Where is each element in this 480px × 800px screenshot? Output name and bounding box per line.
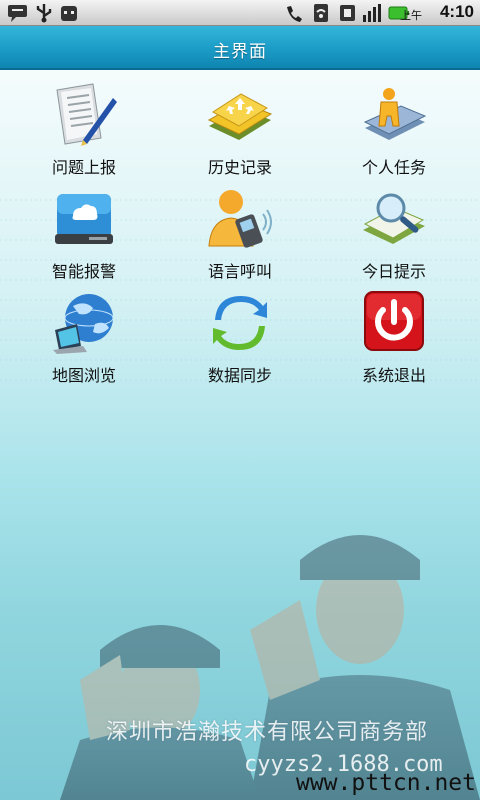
sync-icon: [213, 296, 267, 350]
menu-item-report-issue[interactable]: 问题上报: [14, 78, 154, 178]
book-arrows-icon: [207, 93, 273, 140]
watermark-url-2: www.pttcn.net: [295, 770, 476, 796]
menu-label-map-browse: 地图浏览: [51, 366, 116, 385]
sim-icon: [340, 5, 355, 21]
message-icon: [8, 5, 27, 22]
menu-label-personal-tasks: 个人任务: [361, 158, 426, 177]
menu-item-map-browse[interactable]: 地图浏览: [14, 286, 154, 386]
menu-item-exit[interactable]: 系统退出: [324, 286, 464, 386]
menu-label-history: 历史记录: [207, 158, 272, 177]
person-phone-icon: [208, 190, 272, 248]
page-title: 主界面: [213, 42, 267, 62]
menu-item-history[interactable]: 历史记录: [170, 78, 310, 178]
menu-label-exit: 系统退出: [361, 366, 426, 385]
menu-label-today-tips: 今日提示: [361, 262, 426, 281]
globe-laptop-icon: [53, 294, 114, 354]
status-bar: 上午 4:10: [0, 0, 480, 26]
status-time: 4:10: [439, 2, 474, 21]
signal-icon: [363, 4, 381, 22]
person-book-icon: [363, 88, 427, 140]
watermark-company: 深圳市浩瀚技术有限公司商务部: [106, 720, 429, 745]
status-ampm: 上午: [400, 9, 422, 22]
menu-label-data-sync: 数据同步: [207, 366, 272, 385]
menu-item-today-tips[interactable]: 今日提示: [324, 182, 464, 282]
power-icon: [364, 291, 424, 351]
wifi-icon: [314, 4, 328, 22]
menu-label-smart-alarm: 智能报警: [51, 262, 116, 281]
title-bar: 主界面: [0, 26, 480, 70]
book-magnifier-icon: [363, 193, 425, 244]
usb-icon: [36, 4, 52, 23]
menu-item-personal-tasks[interactable]: 个人任务: [324, 78, 464, 178]
cloud-drive-icon: [55, 194, 113, 244]
newspaper-pen-icon: [56, 83, 117, 146]
android-icon: [61, 6, 77, 21]
menu-item-voice-call[interactable]: 语言呼叫: [170, 182, 310, 282]
menu-item-data-sync[interactable]: 数据同步: [170, 286, 310, 386]
menu-label-voice-call: 语言呼叫: [207, 262, 272, 281]
menu-item-smart-alarm[interactable]: 智能报警: [14, 182, 154, 282]
menu-label-report-issue: 问题上报: [51, 158, 116, 177]
phone-icon: [287, 6, 302, 22]
